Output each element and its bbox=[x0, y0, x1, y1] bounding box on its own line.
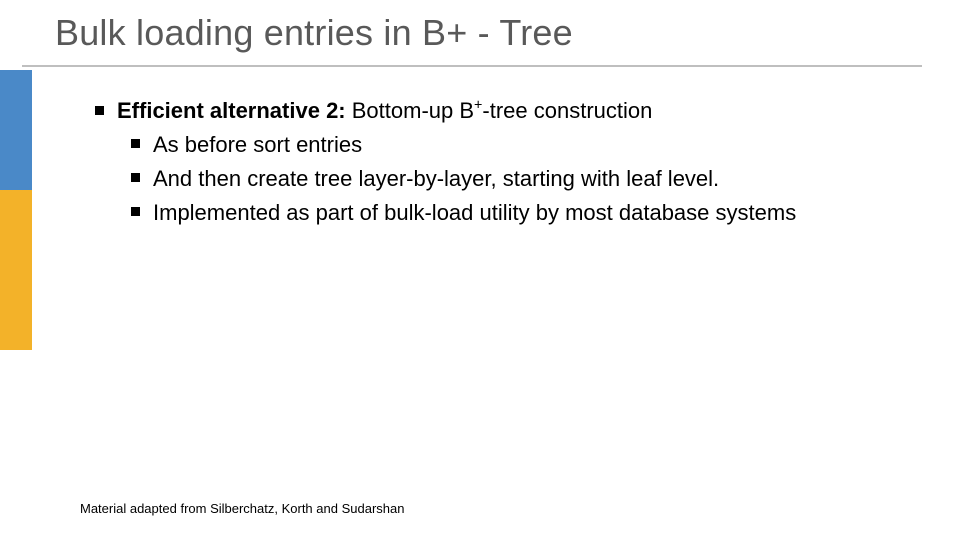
bullet-level2: Implemented as part of bulk-load utility… bbox=[131, 197, 915, 229]
bullet-text-after-sup: -tree construction bbox=[482, 98, 652, 123]
bullet-text-before-sup: Bottom-up B bbox=[346, 98, 474, 123]
accent-bar-blue bbox=[0, 70, 32, 190]
bullet-level1: Efficient alternative 2: Bottom-up B+-tr… bbox=[95, 95, 915, 127]
bullet-lead: Efficient alternative 2: bbox=[117, 98, 346, 123]
title-underline bbox=[22, 65, 922, 67]
slide-body: Efficient alternative 2: Bottom-up B+-tr… bbox=[95, 95, 915, 229]
bullet-level2: As before sort entries bbox=[131, 129, 915, 161]
bullet-level2: And then create tree layer-by-layer, sta… bbox=[131, 163, 915, 195]
accent-bar-yellow bbox=[0, 190, 32, 350]
footer-attribution: Material adapted from Silberchatz, Korth… bbox=[80, 501, 404, 516]
slide-title: Bulk loading entries in B+ - Tree bbox=[55, 12, 573, 54]
